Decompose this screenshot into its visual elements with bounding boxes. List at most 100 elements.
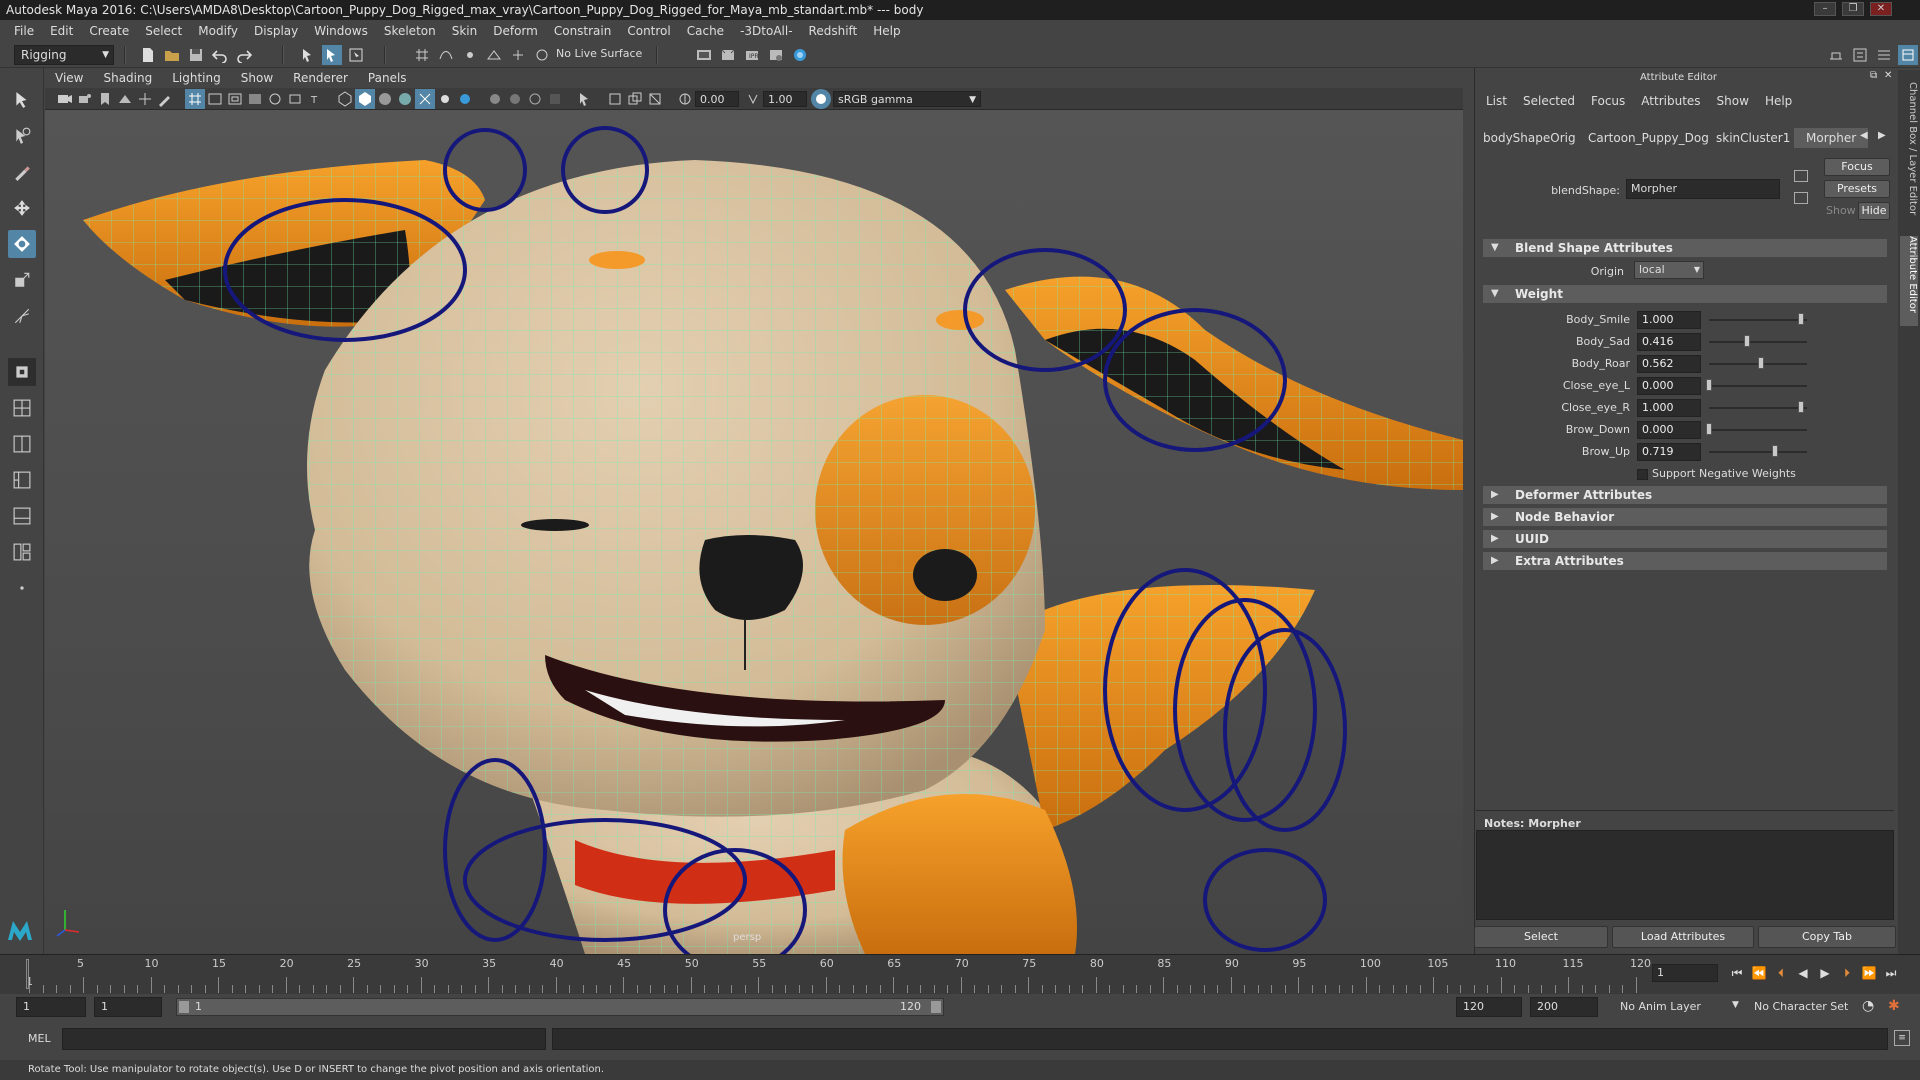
section-node-behavior[interactable]: ▶ Node Behavior: [1483, 508, 1887, 526]
screen-space-ao-icon[interactable]: [485, 89, 505, 109]
auto-key-icon[interactable]: ◔: [1862, 998, 1874, 1014]
ae-menu-help[interactable]: Help: [1757, 94, 1800, 112]
tab-skincluster1[interactable]: skinCluster1: [1710, 128, 1796, 148]
textured-icon[interactable]: [395, 89, 415, 109]
tab-bodyshapeorig[interactable]: bodyShapeOrig: [1477, 128, 1582, 148]
weight-slider-track[interactable]: [1709, 319, 1807, 321]
range-handle-right[interactable]: [931, 1001, 941, 1013]
menu-set-dropdown[interactable]: Rigging ▼: [14, 45, 114, 65]
weight-field[interactable]: 0.000: [1637, 421, 1701, 439]
copy-tab-button[interactable]: Copy Tab: [1758, 926, 1896, 948]
select-hierarchy-icon[interactable]: [298, 45, 318, 65]
layout-outliner-icon[interactable]: [8, 466, 36, 494]
gate-mask-icon[interactable]: [245, 89, 265, 109]
perspective-viewport[interactable]: persp: [45, 110, 1463, 954]
play-backwards-icon[interactable]: ◀: [1794, 964, 1812, 982]
focus-button[interactable]: Focus: [1824, 158, 1890, 176]
select-tool-icon[interactable]: [8, 86, 36, 114]
film-gate-icon[interactable]: [205, 89, 225, 109]
image-plane-icon[interactable]: [115, 89, 135, 109]
xray-joints-icon[interactable]: [625, 89, 645, 109]
step-back-icon[interactable]: ⏪: [1750, 964, 1768, 982]
maximize-button[interactable]: ❐: [1842, 2, 1864, 16]
support-negative-weights-checkbox[interactable]: [1637, 469, 1648, 480]
gamma-icon[interactable]: [743, 89, 763, 109]
menu-redshift[interactable]: Redshift: [801, 24, 866, 38]
xray-components-icon[interactable]: [645, 89, 665, 109]
animation-start-field[interactable]: 1: [16, 997, 86, 1017]
render-view-icon[interactable]: [694, 45, 714, 65]
render-current-icon[interactable]: [718, 45, 738, 65]
weight-slider-handle[interactable]: [1798, 401, 1804, 413]
rotate-tool-icon[interactable]: [8, 230, 36, 258]
field-chart-icon[interactable]: [265, 89, 285, 109]
animation-end-field[interactable]: 200: [1530, 997, 1598, 1017]
menu-create[interactable]: Create: [81, 24, 137, 38]
weight-slider-track[interactable]: [1709, 407, 1807, 409]
weight-slider-handle[interactable]: [1757, 357, 1764, 369]
render-settings-icon[interactable]: [766, 45, 786, 65]
presets-button[interactable]: Presets: [1824, 180, 1890, 198]
load-attributes-button[interactable]: Load Attributes: [1612, 926, 1754, 948]
weight-field[interactable]: 0.719: [1637, 443, 1701, 461]
move-tool-icon[interactable]: [8, 194, 36, 222]
layout-graph-icon[interactable]: [8, 502, 36, 530]
tab-scroll-right-icon[interactable]: ▶: [1878, 130, 1886, 141]
menu-constrain[interactable]: Constrain: [546, 24, 620, 38]
menu-modify[interactable]: Modify: [190, 24, 246, 38]
safe-title-icon[interactable]: T: [305, 89, 325, 109]
use-all-lights-icon[interactable]: [435, 89, 455, 109]
lasso-tool-icon[interactable]: [8, 122, 36, 150]
default-material-icon[interactable]: [375, 89, 395, 109]
minimize-button[interactable]: –: [1814, 2, 1836, 16]
menu-skeleton[interactable]: Skeleton: [376, 24, 444, 38]
weight-slider-track[interactable]: [1709, 429, 1807, 431]
toggle-attribute-editor-icon[interactable]: [1850, 45, 1870, 65]
select-object-icon[interactable]: [322, 45, 342, 65]
menu-cache[interactable]: Cache: [679, 24, 732, 38]
undo-icon[interactable]: [210, 45, 230, 65]
grid-icon[interactable]: [185, 89, 205, 109]
playback-start-field[interactable]: 1: [94, 997, 162, 1017]
show-button[interactable]: Show: [1826, 204, 1856, 217]
depth-of-field-icon[interactable]: [545, 89, 565, 109]
snap-grid-icon[interactable]: [412, 45, 432, 65]
layout-two-icon[interactable]: [8, 430, 36, 458]
close-button[interactable]: ✕: [1870, 2, 1892, 16]
ae-menu-show[interactable]: Show: [1709, 94, 1757, 112]
wireframe-on-shaded-icon[interactable]: [415, 89, 435, 109]
weight-field[interactable]: 1.000: [1637, 399, 1701, 417]
ae-menu-attributes[interactable]: Attributes: [1633, 94, 1708, 112]
close-panel-icon[interactable]: ✕: [1884, 70, 1892, 81]
section-blend-shape-attributes[interactable]: ▼ Blend Shape Attributes: [1483, 239, 1887, 257]
bookmark-icon[interactable]: [95, 89, 115, 109]
animation-preferences-icon[interactable]: ✱: [1888, 998, 1900, 1014]
exposure-icon[interactable]: [675, 89, 695, 109]
layout-hypershade-icon[interactable]: [8, 538, 36, 566]
panel-menu-view[interactable]: View: [45, 71, 93, 85]
weight-slider-handle[interactable]: [1772, 445, 1779, 457]
grease-pencil-icon[interactable]: [155, 89, 175, 109]
chevron-down-icon[interactable]: ▼: [1732, 1000, 1739, 1010]
menu-control[interactable]: Control: [619, 24, 678, 38]
menu-skin[interactable]: Skin: [444, 24, 486, 38]
weight-slider-handle[interactable]: [1706, 423, 1712, 435]
menu-windows[interactable]: Windows: [306, 24, 376, 38]
panel-menu-lighting[interactable]: Lighting: [162, 71, 231, 85]
weight-field[interactable]: 0.562: [1637, 355, 1701, 373]
play-forwards-icon[interactable]: ▶: [1816, 964, 1834, 982]
snap-curve-icon[interactable]: [436, 45, 456, 65]
save-scene-icon[interactable]: [186, 45, 206, 65]
camera-icon[interactable]: [55, 89, 75, 109]
tab-morpher[interactable]: Morpher: [1794, 128, 1869, 148]
blendshape-name-field[interactable]: Morpher: [1626, 179, 1780, 199]
isolate-select-icon[interactable]: [575, 89, 595, 109]
anti-aliasing-icon[interactable]: [525, 89, 545, 109]
section-deformer-attributes[interactable]: ▶ Deformer Attributes: [1483, 486, 1887, 504]
weight-slider-track[interactable]: [1709, 451, 1807, 453]
select-component-icon[interactable]: [346, 45, 366, 65]
go-input-icon[interactable]: [1794, 170, 1808, 182]
menu-file[interactable]: File: [6, 24, 42, 38]
origin-dropdown[interactable]: local ▼: [1634, 261, 1704, 279]
character-set-label[interactable]: No Character Set: [1754, 1000, 1848, 1013]
